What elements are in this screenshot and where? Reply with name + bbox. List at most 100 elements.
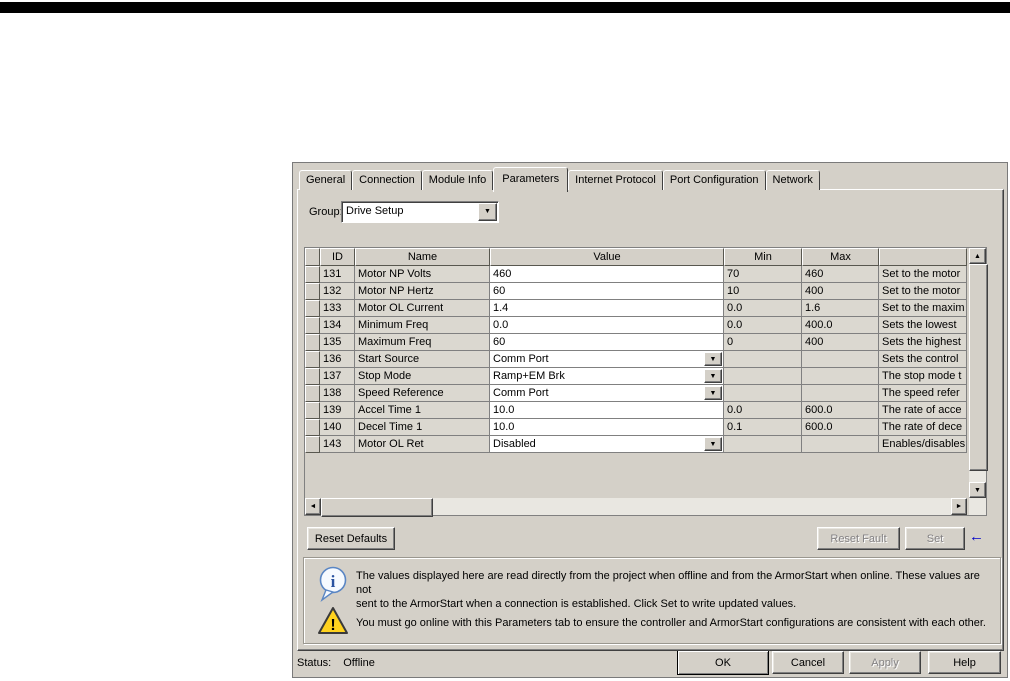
cell-desc: Set to the motor — [879, 283, 967, 300]
chevron-down-icon: ▼ — [709, 390, 717, 397]
cancel-button[interactable]: Cancel — [772, 651, 844, 674]
cell-min: 0.0 — [724, 300, 802, 317]
annotation-left-arrow-icon: ← — [969, 528, 984, 545]
table-row: 131 Motor NP Volts 460 70 460 Set to the moto… — [305, 266, 969, 283]
warning-text: You must go online with this Parameters … — [356, 617, 986, 629]
parameters-grid: ID Name Value Min Max 131 Motor NP Volts 460 70… — [304, 247, 988, 517]
cell-id: 138 — [320, 385, 355, 402]
group-dropdown-button[interactable]: ▼ — [478, 203, 497, 221]
row-selector-cell[interactable] — [305, 300, 320, 317]
scroll-left-button[interactable]: ◄ — [305, 498, 321, 515]
cell-max — [802, 436, 879, 453]
cell-desc: The rate of acce — [879, 402, 967, 419]
row-selector-cell[interactable] — [305, 368, 320, 385]
cell-max — [802, 351, 879, 368]
cell-id: 132 — [320, 283, 355, 300]
cell-desc: Sets the control — [879, 351, 967, 368]
vertical-scroll-thumb[interactable] — [969, 264, 988, 471]
table-row: 133 Motor OL Current 1.4 0.0 1.6 Set to the m… — [305, 300, 969, 317]
notes-box: i The values displayed here are read dir… — [303, 557, 1001, 644]
cell-name: Motor NP Hertz — [355, 283, 490, 300]
row-selector-cell[interactable] — [305, 419, 320, 436]
cell-desc: Enables/disables — [879, 436, 967, 453]
cell-name: Minimum Freq — [355, 317, 490, 334]
tab-module-info[interactable]: Module Info — [421, 170, 494, 190]
page: General Connection Module Info Parameters In… — [0, 0, 1010, 681]
scroll-right-icon: ► — [955, 503, 963, 510]
cell-value[interactable]: 460 — [490, 266, 724, 283]
cell-id: 140 — [320, 419, 355, 436]
vertical-scrollbar[interactable]: ▲ ▼ — [969, 248, 988, 498]
cell-value[interactable]: 0.0 — [490, 317, 724, 334]
info-text-line1: The values displayed here are read direc… — [356, 570, 980, 596]
cell-max: 400 — [802, 283, 879, 300]
scroll-up-button[interactable]: ▲ — [969, 248, 986, 264]
info-text-line2: sent to the ArmorStart when a connection… — [356, 598, 797, 610]
cell-value[interactable]: Comm Port ▼ — [490, 351, 724, 368]
cell-value[interactable]: Comm Port ▼ — [490, 385, 724, 402]
set-button[interactable]: Set — [905, 527, 965, 550]
cell-max: 400.0 — [802, 317, 879, 334]
value-dropdown-button[interactable]: ▼ — [704, 369, 722, 383]
cell-name: Maximum Freq — [355, 334, 490, 351]
value-dropdown-button[interactable]: ▼ — [704, 437, 722, 451]
tab-general[interactable]: General — [299, 170, 353, 190]
tab-bar: General Connection Module Info Parameters In… — [299, 167, 820, 192]
scroll-down-icon: ▼ — [974, 486, 981, 494]
ok-button[interactable]: OK — [677, 650, 769, 675]
cell-value[interactable]: 10.0 — [490, 402, 724, 419]
tab-connection[interactable]: Connection — [352, 170, 422, 190]
table-row: 135 Maximum Freq 60 0 400 Sets the highest — [305, 334, 969, 351]
cell-value[interactable]: Disabled ▼ — [490, 436, 724, 453]
row-selector-cell[interactable] — [305, 266, 320, 283]
apply-button[interactable]: Apply — [849, 651, 921, 674]
help-button[interactable]: Help — [928, 651, 1001, 674]
value-dropdown-button[interactable]: ▼ — [704, 352, 722, 366]
cell-value[interactable]: 60 — [490, 334, 724, 351]
row-selector-cell[interactable] — [305, 436, 320, 453]
cell-value[interactable]: 60 — [490, 283, 724, 300]
horizontal-scroll-thumb[interactable] — [321, 498, 433, 517]
scroll-left-icon: ◄ — [309, 503, 317, 510]
cell-min: 0 — [724, 334, 802, 351]
cell-name: Accel Time 1 — [355, 402, 490, 419]
status-value: Offline — [343, 657, 375, 669]
cell-min: 0.0 — [724, 402, 802, 419]
tab-internet-protocol[interactable]: Internet Protocol — [568, 170, 663, 190]
cell-min: 0.1 — [724, 419, 802, 436]
reset-fault-button[interactable]: Reset Fault — [817, 527, 900, 550]
cell-name: Motor NP Volts — [355, 266, 490, 283]
cell-max: 600.0 — [802, 419, 879, 436]
cell-id: 137 — [320, 368, 355, 385]
cell-min — [724, 368, 802, 385]
table-row: 137 Stop Mode Ramp+EM Brk ▼ The stop mode t — [305, 368, 969, 385]
row-selector-cell[interactable] — [305, 283, 320, 300]
table-row: 139 Accel Time 1 10.0 0.0 600.0 The rate of a… — [305, 402, 969, 419]
value-dropdown-button[interactable]: ▼ — [704, 386, 722, 400]
scroll-right-button[interactable]: ► — [951, 498, 967, 515]
row-selector-cell[interactable] — [305, 334, 320, 351]
tab-port-configuration[interactable]: Port Configuration — [662, 170, 766, 190]
group-label: Group: — [309, 206, 343, 218]
tab-network[interactable]: Network — [765, 170, 820, 190]
row-selector-cell[interactable] — [305, 402, 320, 419]
scroll-down-button[interactable]: ▼ — [969, 482, 986, 498]
info-glyph: i — [331, 572, 336, 591]
cell-desc: Sets the lowest — [879, 317, 967, 334]
row-selector-cell[interactable] — [305, 317, 320, 334]
reset-defaults-button[interactable]: Reset Defaults — [307, 527, 395, 550]
row-selector-cell[interactable] — [305, 385, 320, 402]
cell-value[interactable]: 10.0 — [490, 419, 724, 436]
cell-value[interactable]: Ramp+EM Brk ▼ — [490, 368, 724, 385]
tab-parameters[interactable]: Parameters — [493, 167, 569, 192]
status-label: Status: — [297, 657, 332, 669]
column-header-id: ID — [320, 248, 355, 266]
cell-value[interactable]: 1.4 — [490, 300, 724, 317]
cell-max: 400 — [802, 334, 879, 351]
cell-desc: The stop mode t — [879, 368, 967, 385]
cell-desc: Sets the highest — [879, 334, 967, 351]
group-combobox[interactable]: Drive Setup ▼ — [341, 201, 499, 223]
cell-name: Stop Mode — [355, 368, 490, 385]
horizontal-scrollbar[interactable]: ◄ ► — [305, 498, 967, 517]
row-selector-cell[interactable] — [305, 351, 320, 368]
